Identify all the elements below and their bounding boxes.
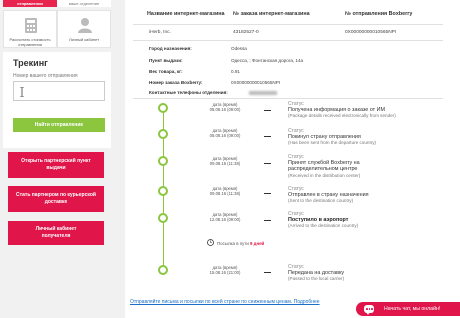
transit-duration: Посылка в пути 9 дней <box>217 241 264 246</box>
detail-pickup-value: Одесса, ; Фонтанская дорога, 14а <box>231 58 304 63</box>
timeline-tick <box>264 110 271 111</box>
status-text-ru: Принят службой Boxberry на распределител… <box>288 160 360 173</box>
header-shop-name: Название интернет-магазина <box>147 11 225 17</box>
row-shop-order: 43182527-0 <box>233 30 259 35</box>
chat-label: Начать чат, мы онлайн! <box>384 306 441 312</box>
detail-order-key: Номер заказа Boxberry: <box>149 80 203 85</box>
left-sidebar: отправления ваше отделение Рассчитать ст… <box>0 0 113 318</box>
transit-prefix: Посылка в пути <box>217 241 249 246</box>
tracking-number-input[interactable] <box>13 81 105 101</box>
row-shop-name: iHerb, Inc. <box>149 30 171 35</box>
detail-weight-value: 0.91 <box>231 69 240 74</box>
open-pickup-point-button[interactable]: Открыть партнерский пункт выдачи <box>8 152 104 178</box>
open-pickup-point-label: Открыть партнерский пункт выдачи <box>21 158 91 171</box>
timeline-tick <box>264 136 271 137</box>
timeline-dot <box>158 156 168 166</box>
personal-account-card[interactable]: Личный кабинет <box>57 10 111 48</box>
timeline-status: Статус Покинул страну отправления (Has b… <box>288 128 438 146</box>
tracking-title: Трекинг <box>13 58 48 68</box>
header-shop-order: № заказа интернет-магазина <box>233 11 310 17</box>
table-header: Название интернет-магазина № заказа инте… <box>125 11 460 23</box>
tracking-panel: Трекинг Номер вашего отправления Найти о… <box>3 52 111 148</box>
tracking-result-card: Название интернет-магазина № заказа инте… <box>125 0 460 318</box>
timeline-dot <box>158 186 168 196</box>
recipient-account-button[interactable]: Личный кабинет получателя <box>8 221 104 245</box>
text-cursor-icon <box>20 87 24 97</box>
personal-account-label: Личный кабинет <box>68 37 100 42</box>
timeline-date: дата (время) 15.08.16 (21:00) <box>209 265 241 276</box>
status-text-en: (Passed to the local carrier) <box>288 276 345 282</box>
timeline-dot <box>158 129 168 139</box>
status-text-en: (Sent to the destination country) <box>288 198 354 204</box>
courier-partner-button[interactable]: Стать партнером по курьерской доставке <box>8 186 104 212</box>
timeline-tick <box>264 272 271 273</box>
detail-city-value: Odessa <box>231 46 247 51</box>
tab-shipments[interactable]: отправления <box>3 0 57 7</box>
recipient-account-label: Личный кабинет получателя <box>35 226 77 239</box>
page: отправления ваше отделение Рассчитать ст… <box>0 0 460 318</box>
timeline-date: дата (время) 12.08.16 (09:00) <box>209 212 241 223</box>
user-icon <box>78 18 92 33</box>
tracking-field-label: Номер вашего отправления <box>13 73 78 79</box>
timeline-status: Статус Поступило в аэропорт (Arrived to … <box>288 211 438 229</box>
calculate-cost-label: Рассчитать стоимость отправления <box>9 37 51 47</box>
divider <box>133 40 443 41</box>
timeline-dot <box>158 103 168 113</box>
timeline-date: дата (время) 08.08.16 (09:00) <box>209 128 241 139</box>
transit-days: 9 дней <box>250 241 265 246</box>
timeline-status: Статус Отправлен в страну назначения (Se… <box>288 186 438 204</box>
blurred-phone <box>249 91 277 95</box>
icon-cards: Рассчитать стоимость отправления Личный … <box>3 10 111 48</box>
timeline-dot <box>158 265 168 275</box>
detail-city-key: Город назначения: <box>149 46 192 51</box>
row-boxberry-number: 0X00000000010565NPI <box>345 30 397 35</box>
calculate-cost-card[interactable]: Рассчитать стоимость отправления <box>3 10 57 48</box>
status-text-en: (Received in the distribution center) <box>288 172 361 178</box>
chat-button[interactable]: Начать чат, мы онлайн! <box>356 302 460 316</box>
tab-your-office[interactable]: ваше отделение <box>57 0 111 7</box>
status-text-en: (Has been sent from the departure countr… <box>288 140 377 146</box>
detail-order-value: 0X00000000010565NPI <box>231 80 281 85</box>
clock-icon <box>207 239 214 246</box>
timeline-date: дата (время) 09.08.16 (11:38) <box>209 186 241 197</box>
detail-weight-key: Вес товара, кг: <box>149 69 183 74</box>
timeline-date: дата (время) 09.08.16 (11:38) <box>209 156 241 167</box>
courier-partner-label: Стать партнером по курьерской доставке <box>16 192 96 205</box>
timeline-status: Статус Получена информация о заказе от И… <box>288 101 438 119</box>
timeline-status: Статус Передана на доставку (Passed to t… <box>288 264 438 282</box>
timeline-tick <box>264 220 271 221</box>
timeline-date: дата (время) 08.08.16 (09:00) <box>209 102 241 113</box>
timeline-tick <box>264 163 271 164</box>
status-text-en: (Arrived to the destination country) <box>288 223 359 229</box>
detail-phones-key: Контактные телефоны отделения: <box>149 90 228 95</box>
timeline-status: Статус Принят службой Boxberry на распре… <box>288 154 378 178</box>
discount-shipping-link[interactable]: Отправляйте письма и посылки по всей стр… <box>130 299 320 305</box>
divider <box>133 98 443 99</box>
find-shipment-button[interactable]: Найти отправление <box>13 118 105 132</box>
detail-pickup-key: Пункт выдачи: <box>149 58 183 63</box>
divider <box>133 24 443 25</box>
calculator-icon <box>25 18 37 33</box>
timeline-dot <box>158 213 168 223</box>
timeline-tick <box>264 193 271 194</box>
chat-bubble-icon <box>364 305 374 315</box>
header-boxberry-number: № отправления Boxberry <box>345 11 413 17</box>
status-text-en: (Package details received electronically… <box>288 113 396 119</box>
